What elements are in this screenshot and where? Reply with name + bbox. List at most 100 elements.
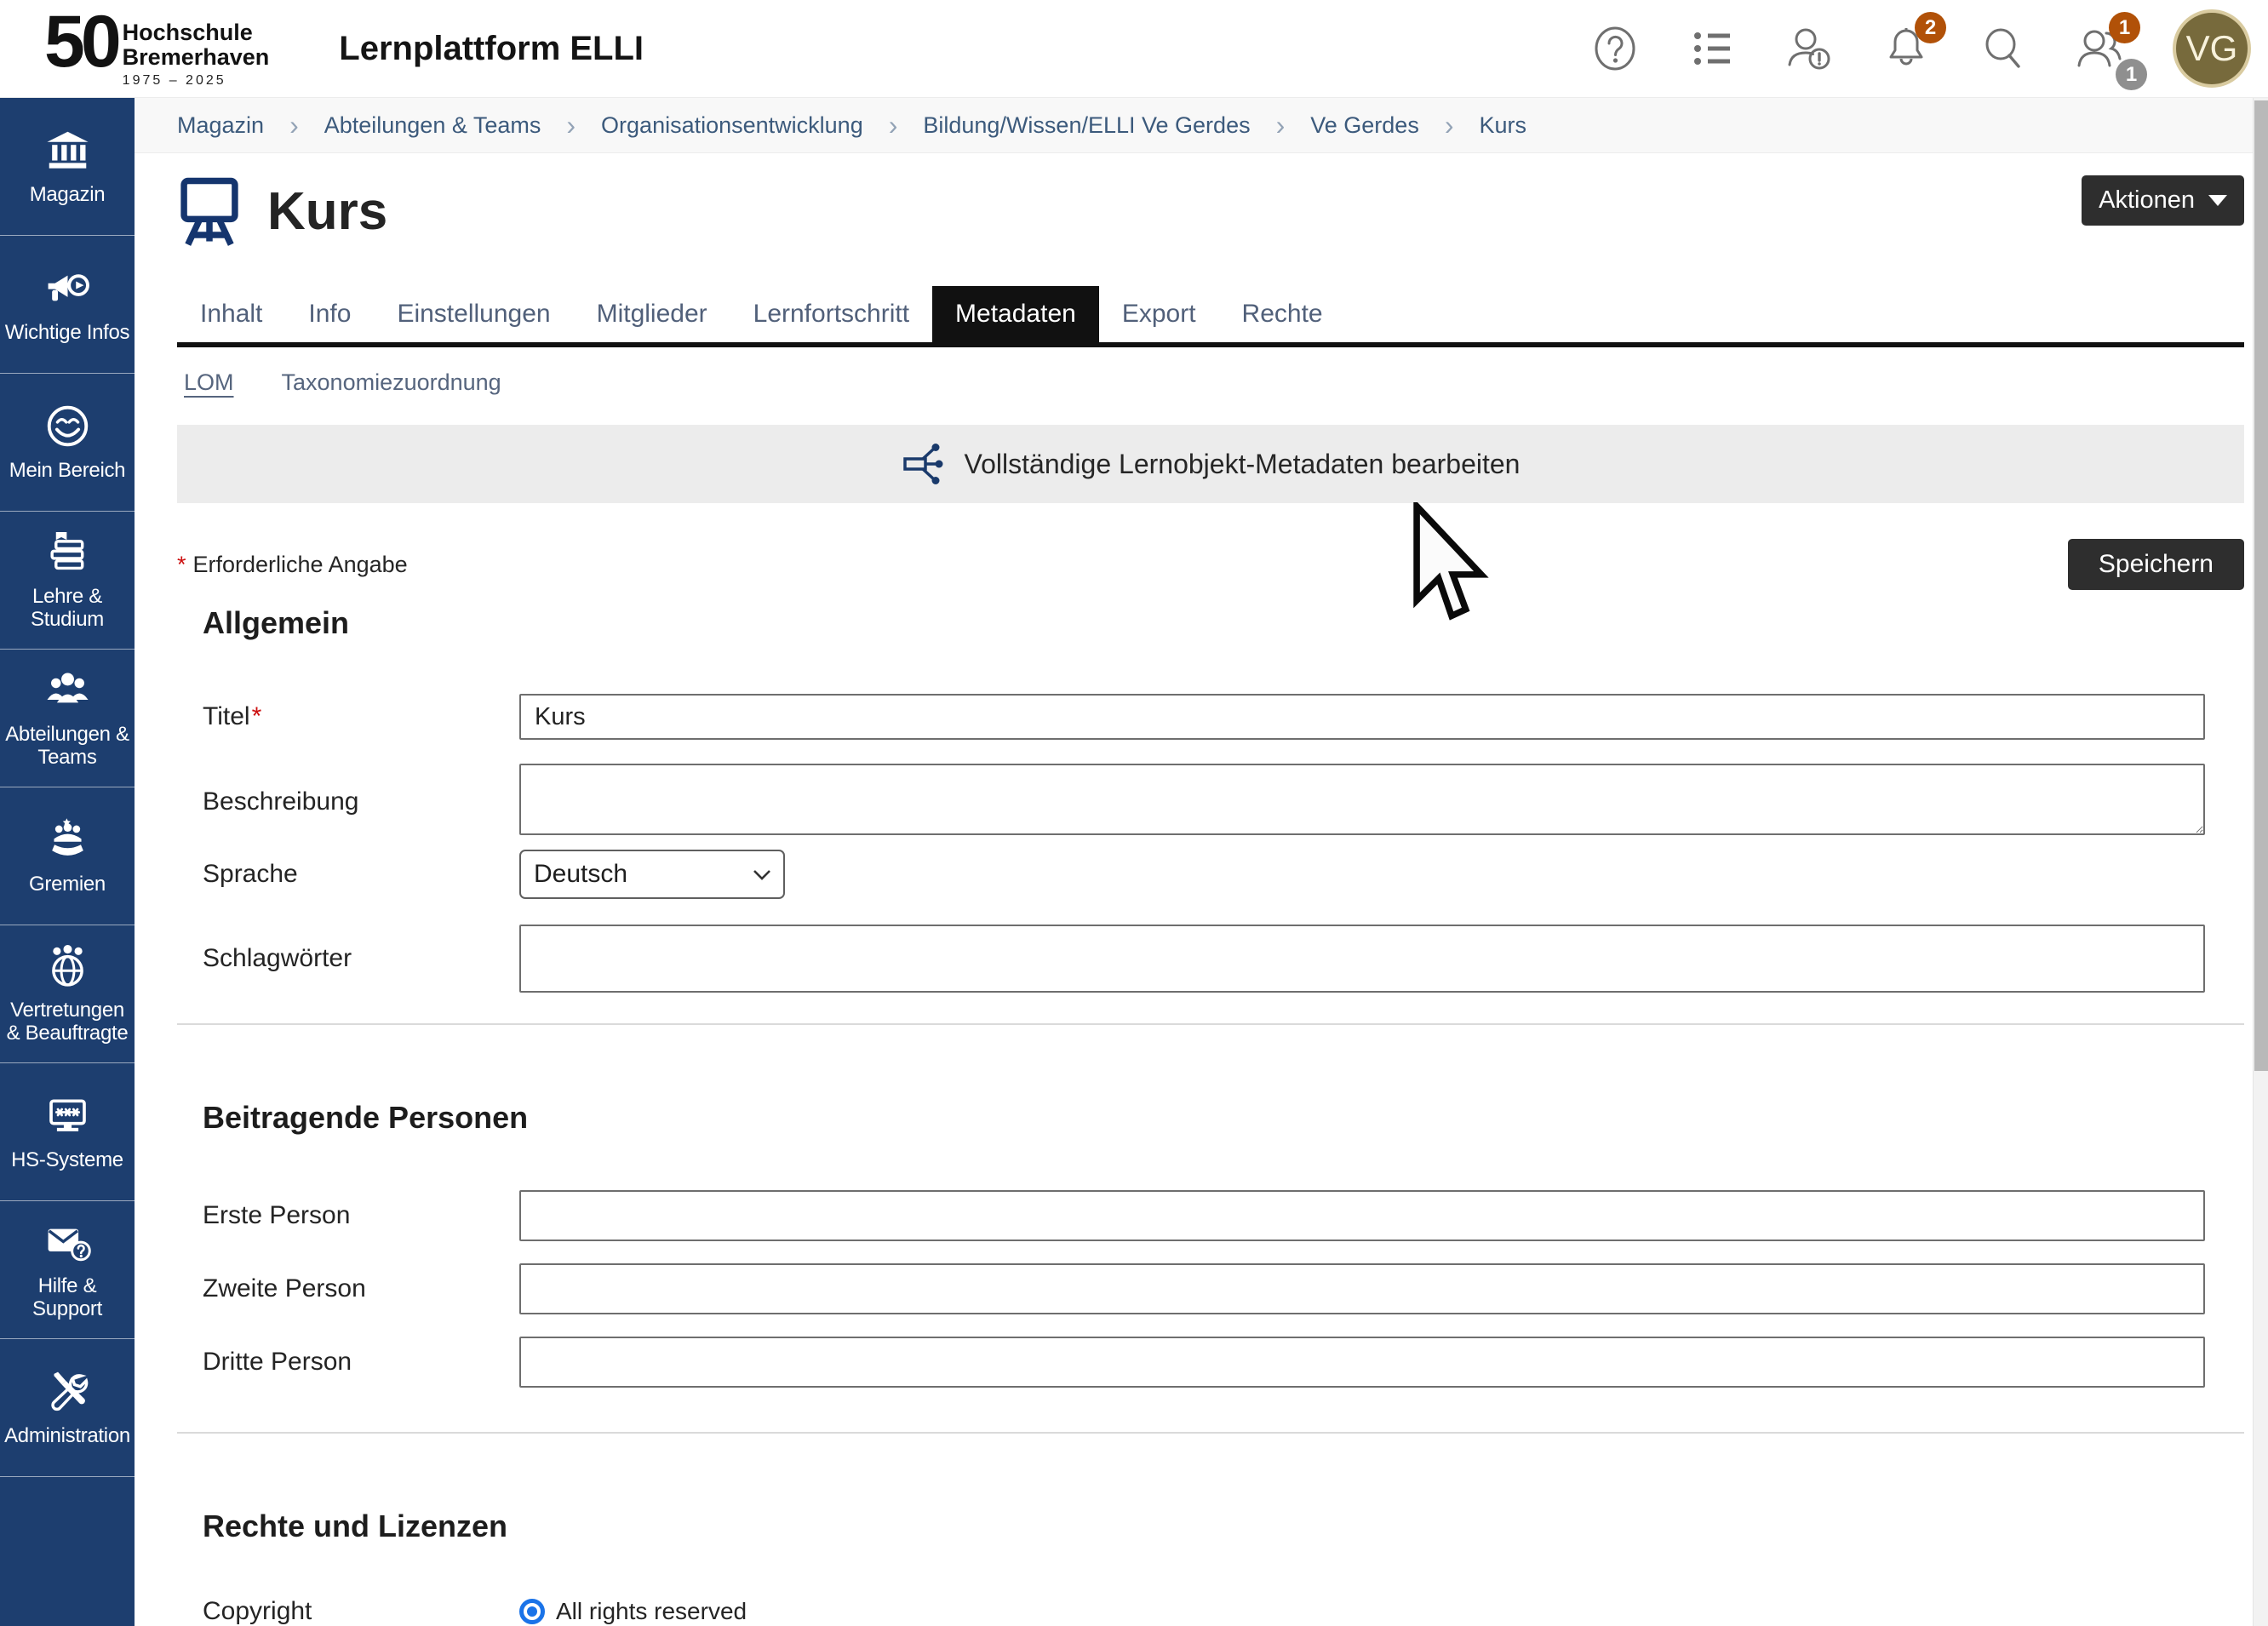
help-icon <box>1590 24 1640 73</box>
beschreibung-textarea[interactable] <box>519 764 2205 835</box>
sidebar-item-label: Magazin <box>28 184 107 207</box>
user-alert-button[interactable] <box>1784 24 1834 73</box>
sidebar-item-vertretungen[interactable]: Vertretungen & Beauftragte <box>0 925 135 1063</box>
caret-down-icon <box>2208 195 2227 206</box>
smiley-icon <box>44 403 91 449</box>
main-content: Magazin › Abteilungen & Teams › Organisa… <box>135 98 2268 1626</box>
form-row-schlagwoerter: Schlagwörter <box>177 925 2244 993</box>
required-hint: *Erforderliche Angabe <box>177 552 408 578</box>
copyright-radio-selected[interactable] <box>519 1599 545 1624</box>
erste-person-input[interactable] <box>519 1190 2205 1241</box>
tab-info[interactable]: Info <box>285 286 374 342</box>
breadcrumb-item[interactable]: Bildung/Wissen/ELLI Ve Gerdes <box>923 112 1250 139</box>
subtab-taxonomiezuordnung[interactable]: Taxonomiezuordnung <box>282 369 501 396</box>
tab-lernfortschritt[interactable]: Lernfortschritt <box>730 286 932 342</box>
tab-inhalt[interactable]: Inhalt <box>177 286 285 342</box>
section-title-allgemein: Allgemein <box>203 605 2244 641</box>
breadcrumb-item[interactable]: Abteilungen & Teams <box>324 112 541 139</box>
required-star: * <box>252 702 262 730</box>
sidebar-item-mein-bereich[interactable]: Mein Bereich <box>0 374 135 512</box>
megaphone-icon <box>44 265 91 312</box>
sidebar-item-hilfe-support[interactable]: Hilfe & Support <box>0 1201 135 1339</box>
form-row-copyright: Copyright All rights reserved <box>177 1597 2244 1626</box>
sidebar-item-wichtige-infos[interactable]: Wichtige Infos <box>0 236 135 374</box>
sidebar-item-gremien[interactable]: Gremien <box>0 787 135 925</box>
dritte-person-input[interactable] <box>519 1337 2205 1388</box>
sidebar-item-label: Gremien <box>27 873 107 896</box>
section-divider <box>177 1023 2244 1025</box>
todo-list-button[interactable] <box>1687 24 1737 73</box>
sidebar-item-label: Lehre & Studium <box>0 586 135 632</box>
titel-input[interactable] <box>519 694 2205 740</box>
tab-einstellungen[interactable]: Einstellungen <box>374 286 573 342</box>
sidebar-item-label: Abteilungen & Teams <box>0 724 135 770</box>
sidebar-item-label: Vertretungen & Beauftragte <box>0 999 135 1045</box>
form-row-titel: Titel* <box>177 694 2244 740</box>
user-alert-icon <box>1784 24 1834 73</box>
sidebar-item-lehre-studium[interactable]: Lehre & Studium <box>0 512 135 650</box>
contacts-button[interactable]: 1 1 <box>2076 24 2125 73</box>
actions-button[interactable]: Aktionen <box>2082 175 2244 226</box>
main-sidebar: Magazin Wichtige Infos Mein Bereich <box>0 98 135 1626</box>
logo-name-line2: Bremerhaven <box>123 45 270 69</box>
tab-metadaten[interactable]: Metadaten <box>932 286 1099 342</box>
form-row-beschreibung: Beschreibung <box>177 764 2244 839</box>
breadcrumb-item[interactable]: Organisationsentwicklung <box>601 112 863 139</box>
search-icon <box>1979 24 2028 73</box>
section-title-beitragende: Beitragende Personen <box>203 1100 2244 1136</box>
globe-people-icon <box>44 942 91 989</box>
bank-icon <box>44 127 91 174</box>
copyright-option-label: All rights reserved <box>556 1598 747 1625</box>
logo-name-line1: Hochschule <box>123 20 270 44</box>
notifications-button[interactable]: 2 <box>1881 24 1931 73</box>
breadcrumb-separator-icon: › <box>1276 110 1286 141</box>
schlagwoerter-label: Schlagwörter <box>177 944 519 973</box>
subtab-lom[interactable]: LOM <box>184 369 234 396</box>
form-row-erste-person: Erste Person <box>177 1190 2244 1241</box>
tab-export[interactable]: Export <box>1099 286 1219 342</box>
mail-question-icon <box>44 1218 91 1265</box>
copyright-label: Copyright <box>177 1597 519 1626</box>
save-button[interactable]: Speichern <box>2068 539 2244 590</box>
sidebar-item-hs-systeme[interactable]: HS-Systeme <box>0 1063 135 1201</box>
sprache-select[interactable]: Deutsch <box>519 850 785 899</box>
logo-years: 1975 – 2025 <box>123 73 270 89</box>
header-icon-bar: 2 1 1 VG <box>1590 9 2251 88</box>
notifications-badge: 2 <box>1915 12 1946 43</box>
form-row-dritte-person: Dritte Person <box>177 1337 2244 1388</box>
sidebar-item-label: HS-Systeme <box>9 1149 125 1172</box>
breadcrumb-item[interactable]: Ve Gerdes <box>1310 112 1419 139</box>
sidebar-item-administration[interactable]: Administration <box>0 1339 135 1477</box>
form-row-sprache: Sprache Deutsch <box>177 850 2244 899</box>
sidebar-item-abteilungen-teams[interactable]: Abteilungen & Teams <box>0 650 135 787</box>
breadcrumb-item[interactable]: Magazin <box>177 112 264 139</box>
zweite-person-label: Zweite Person <box>177 1274 519 1303</box>
breadcrumb-item-current[interactable]: Kurs <box>1479 112 1526 139</box>
required-star: * <box>177 552 186 577</box>
top-header: 50 Hochschule Bremerhaven 1975 – 2025 Le… <box>0 0 2268 98</box>
erste-person-label: Erste Person <box>177 1201 519 1230</box>
banner-label: Vollständige Lernobjekt-Metadaten bearbe… <box>965 449 1521 480</box>
contacts-badge-total: 1 <box>2116 59 2147 90</box>
help-button[interactable] <box>1590 24 1640 73</box>
tab-bar: Inhalt Info Einstellungen Mitglieder Ler… <box>177 286 2244 347</box>
sidebar-item-magazin[interactable]: Magazin <box>0 98 135 236</box>
list-icon <box>1687 24 1737 73</box>
user-avatar[interactable]: VG <box>2173 9 2251 88</box>
edit-full-metadata-banner[interactable]: Vollständige Lernobjekt-Metadaten bearbe… <box>177 425 2244 503</box>
metadata-hub-icon <box>902 441 948 487</box>
logo-50: 50 <box>44 9 117 75</box>
schlagwoerter-input[interactable] <box>519 925 2205 993</box>
tab-rechte[interactable]: Rechte <box>1219 286 1346 342</box>
scrollbar-thumb[interactable] <box>2254 100 2268 1071</box>
hochschule-bremerhaven-logo[interactable]: 50 Hochschule Bremerhaven 1975 – 2025 <box>44 9 269 88</box>
breadcrumb-separator-icon: › <box>889 110 898 141</box>
tab-mitglieder[interactable]: Mitglieder <box>574 286 730 342</box>
subtab-bar: LOM Taxonomiezuordnung <box>177 369 2244 396</box>
search-button[interactable] <box>1979 24 2028 73</box>
vertical-scrollbar[interactable] <box>2253 98 2268 1626</box>
zweite-person-input[interactable] <box>519 1263 2205 1314</box>
section-divider <box>177 1432 2244 1434</box>
sprache-label: Sprache <box>177 860 519 889</box>
tools-icon <box>44 1368 91 1415</box>
